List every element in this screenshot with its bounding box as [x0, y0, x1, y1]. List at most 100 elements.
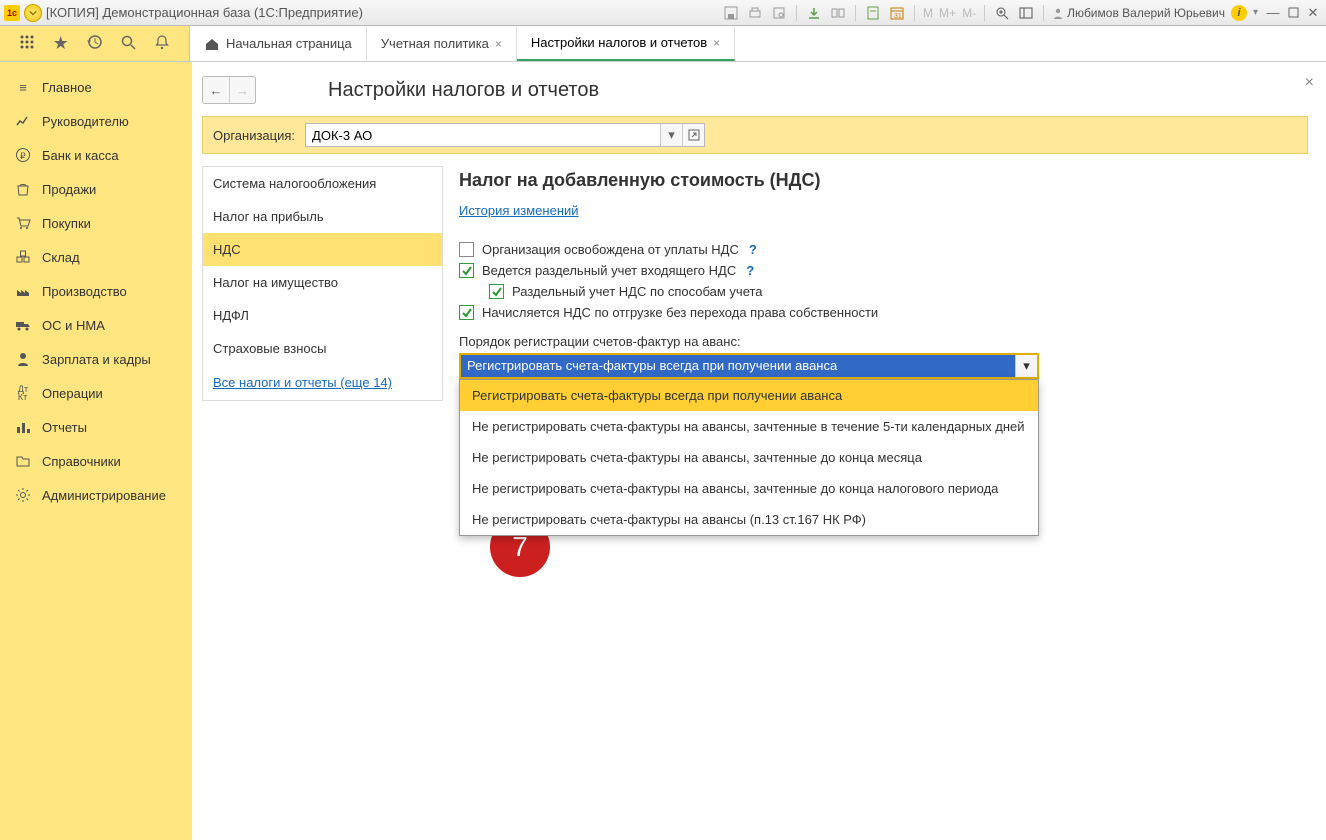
sidebar-item-production[interactable]: Производство	[0, 274, 192, 308]
app-logo-icon: 1c	[4, 5, 20, 21]
info-icon[interactable]: i	[1231, 5, 1247, 21]
org-input[interactable]	[306, 124, 660, 146]
sidebar-item-manager[interactable]: Руководителю	[0, 104, 192, 138]
maximize-button[interactable]	[1284, 6, 1302, 20]
boxes-icon	[14, 248, 32, 266]
sidebar-item-label: Покупки	[42, 216, 91, 231]
snav-profit-tax[interactable]: Налог на прибыль	[203, 200, 442, 233]
m-minus-button[interactable]: M-	[962, 6, 976, 20]
factory-icon	[14, 282, 32, 300]
calculator-icon[interactable]	[864, 4, 882, 22]
tab-accounting-policy[interactable]: Учетная политика ×	[367, 26, 517, 61]
snav-insurance[interactable]: Страховые взносы	[203, 332, 442, 365]
field-label: Порядок регистрации счетов-фактур на ава…	[459, 334, 1308, 349]
svg-text:₽: ₽	[20, 151, 26, 161]
sidebar-item-label: Производство	[42, 284, 127, 299]
cart-icon	[14, 214, 32, 232]
tab-label: Начальная страница	[226, 36, 352, 51]
sidebar-item-assets[interactable]: ОС и НМА	[0, 308, 192, 342]
help-icon[interactable]: ?	[746, 263, 754, 278]
tab-close-icon[interactable]: ×	[713, 36, 720, 50]
sidebar: ≡Главное Руководителю ₽Банк и касса Прод…	[0, 62, 192, 840]
snav-property-tax[interactable]: Налог на имущество	[203, 266, 442, 299]
checkbox-exempt[interactable]	[459, 242, 474, 257]
tab-tax-settings[interactable]: Настройки налогов и отчетов ×	[517, 26, 735, 61]
snav-ndfl[interactable]: НДФЛ	[203, 299, 442, 332]
close-window-button[interactable]: ✕	[1304, 6, 1322, 20]
m-button[interactable]: M	[923, 6, 933, 20]
sidebar-item-bank[interactable]: ₽Банк и касса	[0, 138, 192, 172]
quick-toolbar: ★	[0, 26, 190, 61]
checkbox-separate[interactable]	[459, 263, 474, 278]
folder-icon	[14, 452, 32, 470]
sidebar-item-label: Руководителю	[42, 114, 129, 129]
sidebar-item-admin[interactable]: Администрирование	[0, 478, 192, 512]
checkbox-label: Начисляется НДС по отгрузке без перехода…	[482, 305, 878, 320]
sidebar-item-sales[interactable]: Продажи	[0, 172, 192, 206]
minimize-button[interactable]: —	[1264, 6, 1282, 20]
history-link[interactable]: История изменений	[459, 203, 579, 218]
sidebar-item-label: Операции	[42, 386, 103, 401]
help-icon[interactable]: ?	[749, 242, 757, 257]
save-icon[interactable]	[722, 4, 740, 22]
snav-tax-system[interactable]: Система налогообложения	[203, 167, 442, 200]
sidebar-item-purchase[interactable]: Покупки	[0, 206, 192, 240]
checkbox-shipment[interactable]	[459, 305, 474, 320]
chevron-down-icon[interactable]: ▾	[1015, 355, 1037, 377]
sidebar-item-operations[interactable]: ДтКтОперации	[0, 376, 192, 410]
page-close-icon[interactable]: ×	[1305, 74, 1314, 92]
org-dropdown-icon[interactable]: ▾	[660, 124, 682, 146]
gear-icon	[14, 486, 32, 504]
tab-home[interactable]: Начальная страница	[190, 26, 367, 61]
dropdown-option[interactable]: Не регистрировать счета-фактуры на аванс…	[460, 442, 1038, 473]
sidebar-item-reports[interactable]: Отчеты	[0, 410, 192, 444]
zoom-icon[interactable]	[993, 4, 1011, 22]
preview-icon[interactable]	[770, 4, 788, 22]
dropdown-list: Регистрировать счета-фактуры всегда при …	[459, 379, 1039, 536]
settings-nav: Система налогообложения Налог на прибыль…	[202, 166, 443, 401]
compare-icon[interactable]	[829, 4, 847, 22]
back-button[interactable]: ←	[203, 77, 229, 103]
org-select[interactable]: ▾	[305, 123, 705, 147]
dropdown-option[interactable]: Не регистрировать счета-фактуры на аванс…	[460, 473, 1038, 504]
snav-all-link[interactable]: Все налоги и отчеты (еще 14)	[213, 375, 392, 390]
apps-icon[interactable]	[19, 34, 35, 53]
m-plus-button[interactable]: M+	[939, 6, 956, 20]
search-icon[interactable]	[120, 34, 136, 53]
ruble-icon: ₽	[14, 146, 32, 164]
user-label[interactable]: Любимов Валерий Юрьевич	[1052, 6, 1225, 20]
separator	[914, 5, 915, 21]
titlebar: 1c [КОПИЯ] Демонстрационная база (1С:Пре…	[0, 0, 1326, 26]
print-icon[interactable]	[746, 4, 764, 22]
nav-buttons: ← →	[202, 76, 256, 104]
calendar-icon[interactable]: 31	[888, 4, 906, 22]
org-label: Организация:	[213, 128, 295, 143]
advance-invoice-select[interactable]: Регистрировать счета-фактуры всегда при …	[459, 353, 1039, 379]
sidebar-item-catalog[interactable]: Справочники	[0, 444, 192, 478]
panel-icon[interactable]	[1017, 4, 1035, 22]
dropdown-option[interactable]: Не регистрировать счета-фактуры на аванс…	[460, 504, 1038, 535]
sidebar-item-main[interactable]: ≡Главное	[0, 70, 192, 104]
history-icon[interactable]	[87, 34, 103, 53]
dropdown-option[interactable]: Регистрировать счета-фактуры всегда при …	[460, 380, 1038, 411]
forward-button[interactable]: →	[229, 77, 255, 103]
window-title: [КОПИЯ] Демонстрационная база (1С:Предпр…	[46, 5, 363, 20]
star-icon[interactable]: ★	[53, 33, 69, 54]
sidebar-item-salary[interactable]: Зарплата и кадры	[0, 342, 192, 376]
snav-nds[interactable]: НДС	[203, 233, 442, 266]
checkbox-label: Ведется раздельный учет входящего НДС	[482, 263, 736, 278]
separator	[984, 5, 985, 21]
main-menu-dropdown[interactable]	[24, 4, 42, 22]
info-dropdown-icon[interactable]: ▾	[1253, 7, 1258, 18]
bell-icon[interactable]	[154, 34, 170, 53]
chart-line-icon	[14, 112, 32, 130]
sidebar-item-label: Продажи	[42, 182, 96, 197]
tab-close-icon[interactable]: ×	[495, 37, 502, 51]
tab-label: Настройки налогов и отчетов	[531, 35, 707, 50]
dropdown-option[interactable]: Не регистрировать счета-фактуры на аванс…	[460, 411, 1038, 442]
checkbox-separate-method[interactable]	[489, 284, 504, 299]
download-icon[interactable]	[805, 4, 823, 22]
sidebar-item-warehouse[interactable]: Склад	[0, 240, 192, 274]
org-open-icon[interactable]	[682, 124, 704, 146]
bag-icon	[14, 180, 32, 198]
